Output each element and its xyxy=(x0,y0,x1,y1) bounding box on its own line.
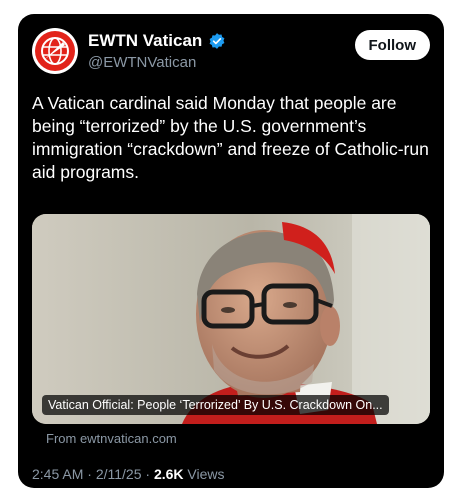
tweet-time[interactable]: 2:45 AM xyxy=(32,466,83,482)
views-count: 2.6K xyxy=(153,466,184,482)
follow-button[interactable]: Follow xyxy=(354,30,430,60)
tweet-card: EWTN Vatican @EWTNVatican Follow A Vatic… xyxy=(18,14,444,488)
views-label: Views xyxy=(183,466,225,482)
link-card-caption[interactable]: Vatican Official: People ‘Terrorized’ By… xyxy=(42,395,389,415)
author-name-row: EWTN Vatican xyxy=(88,31,226,51)
meta-separator: · xyxy=(83,466,96,482)
link-card-image[interactable]: Vatican Official: People ‘Terrorized’ By… xyxy=(32,214,430,424)
cardinal-portrait-photo xyxy=(32,214,430,424)
tweet-date[interactable]: 2/11/25 xyxy=(96,466,142,482)
tweet-text: A Vatican cardinal said Monday that peop… xyxy=(32,93,429,182)
ewtn-globe-logo-icon xyxy=(35,31,75,71)
verified-badge-icon xyxy=(209,33,225,49)
meta-separator: · xyxy=(141,466,154,482)
link-source[interactable]: From ewtnvatican.com xyxy=(46,431,177,446)
author-handle[interactable]: @EWTNVatican xyxy=(88,54,196,71)
author-name[interactable]: EWTN Vatican xyxy=(88,31,202,51)
avatar[interactable] xyxy=(32,28,78,74)
tweet-meta: 2:45 AM · 2/11/25 · 2.6K Views xyxy=(32,466,225,482)
